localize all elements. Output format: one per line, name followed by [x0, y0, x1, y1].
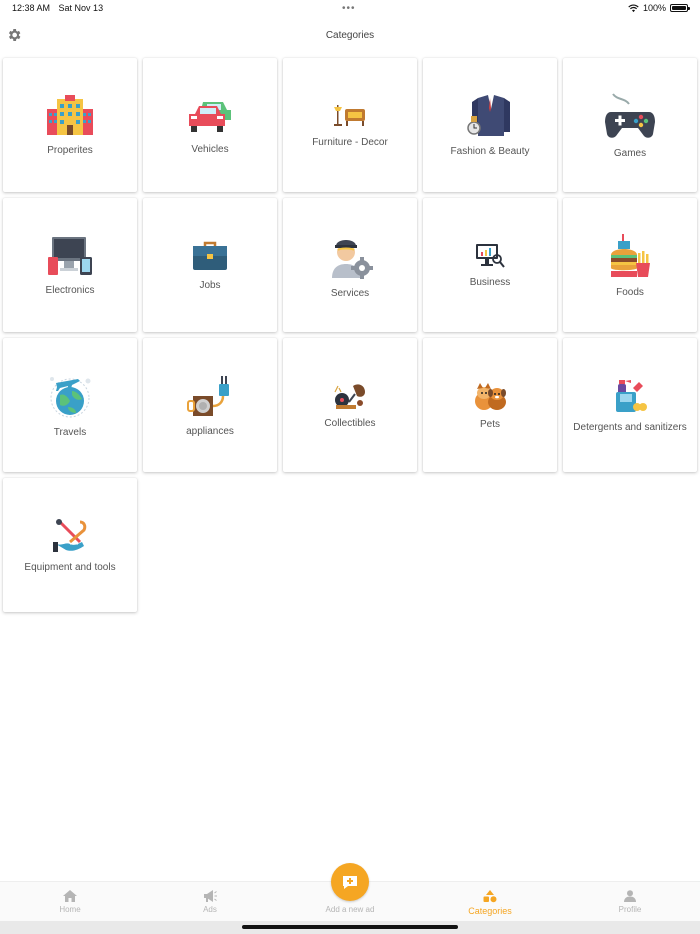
plug-icon: [187, 375, 229, 416]
shapes-icon: [483, 890, 497, 903]
page-title: Categories: [325, 30, 375, 41]
suit-icon: [467, 94, 510, 136]
nav-profile[interactable]: Profile: [560, 882, 700, 922]
category-label: Travels: [53, 426, 87, 438]
category-tile-appliances[interactable]: appliances: [143, 338, 277, 472]
category-tile-jobs[interactable]: Jobs: [143, 198, 277, 332]
category-tile-vehicles[interactable]: Vehicles: [143, 58, 277, 192]
category-tile-properites[interactable]: Properites: [3, 58, 137, 192]
battery-percent: 100%: [642, 3, 666, 13]
building-icon: [47, 94, 93, 135]
header: Categories: [0, 22, 700, 50]
category-tile-furniture-decor[interactable]: Furniture - Decor: [283, 58, 417, 192]
status-date: Sat Nov 13: [58, 3, 104, 13]
chart-monitor-icon: [476, 243, 505, 268]
multitask-dots[interactable]: •••: [342, 3, 356, 14]
category-label: Pets: [479, 418, 500, 430]
add-ad-icon: [343, 875, 357, 889]
burger-icon: [611, 233, 650, 277]
category-tile-business[interactable]: Business: [423, 198, 557, 332]
category-label: Jobs: [199, 279, 221, 291]
nav-home[interactable]: Home: [0, 882, 140, 922]
add-new-ad-button[interactable]: [331, 863, 369, 901]
home-indicator[interactable]: [242, 925, 458, 929]
nav-ads-label: Ads: [203, 905, 217, 914]
category-label: Equipment and tools: [24, 561, 116, 573]
category-label: Games: [613, 147, 647, 159]
devices-icon: [48, 236, 92, 275]
nav-home-label: Home: [59, 905, 81, 914]
category-tile-games[interactable]: Games: [563, 58, 697, 192]
category-tile-pets[interactable]: Pets: [423, 338, 557, 472]
category-tile-fashion-beauty[interactable]: Fashion & Beauty: [423, 58, 557, 192]
gramophone-icon: [334, 383, 365, 409]
wifi-icon: [628, 4, 639, 12]
cars-icon: [189, 101, 231, 132]
category-tile-collectibles[interactable]: Collectibles: [283, 338, 417, 472]
pets-icon: [475, 382, 506, 410]
globe-plane-icon: [50, 376, 91, 417]
category-label: Foods: [616, 286, 644, 298]
cleaning-icon: [616, 379, 647, 412]
category-label: Vehicles: [191, 143, 229, 155]
tools-icon: [53, 518, 87, 552]
category-label: Detergents and sanitizers: [573, 421, 687, 433]
category-label: Services: [330, 287, 370, 299]
category-tile-detergents-sanitizers[interactable]: Detergents and sanitizers: [563, 338, 697, 472]
home-icon: [63, 890, 77, 902]
category-tile-foods[interactable]: Foods: [563, 198, 697, 332]
megaphone-icon: [204, 890, 217, 902]
status-right: 100%: [628, 3, 690, 13]
nav-ads[interactable]: Ads: [140, 882, 280, 922]
nav-profile-label: Profile: [618, 905, 642, 914]
furniture-icon: [334, 104, 365, 126]
category-label: Fashion & Beauty: [450, 145, 530, 157]
status-bar: 12:38 AM Sat Nov 13 ••• 100%: [0, 0, 700, 18]
category-tile-travels[interactable]: Travels: [3, 338, 137, 472]
nav-categories[interactable]: Categories: [420, 882, 560, 922]
category-label: appliances: [186, 425, 234, 437]
category-label: Furniture - Decor: [312, 136, 388, 148]
add-new-ad-label: Add a new ad: [325, 905, 375, 914]
category-label: Business: [469, 276, 511, 288]
status-time: 12:38 AM: [12, 3, 51, 13]
category-label: Electronics: [45, 284, 95, 296]
category-tile-equipment-tools[interactable]: Equipment and tools: [3, 478, 137, 612]
person-icon: [624, 890, 636, 902]
nav-categories-label: Categories: [468, 906, 512, 916]
category-tile-electronics[interactable]: Electronics: [3, 198, 137, 332]
gamepad-icon: [605, 92, 655, 138]
category-label: Properites: [47, 144, 93, 156]
briefcase-icon: [193, 241, 227, 270]
category-grid: Properites Vehicles Furniture - Decor Fa…: [3, 58, 697, 612]
category-label: Collectibles: [324, 417, 376, 429]
status-left: 12:38 AM Sat Nov 13: [12, 3, 109, 13]
worker-icon: [332, 239, 373, 279]
battery-icon: [670, 4, 690, 12]
category-tile-services[interactable]: Services: [283, 198, 417, 332]
